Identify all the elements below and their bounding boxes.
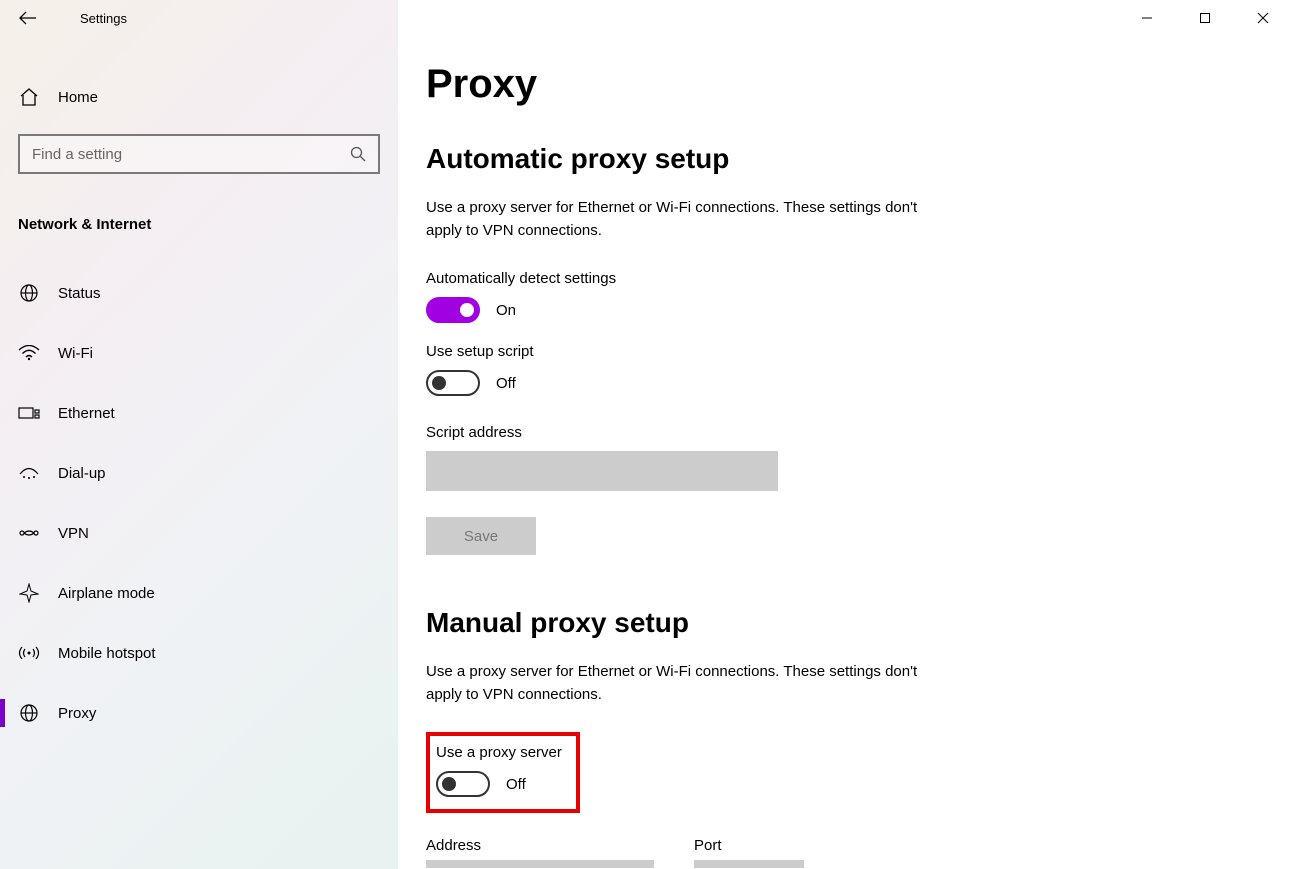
window-controls [1118,0,1292,36]
manual-address-input [426,860,654,868]
sidebar-item-home[interactable]: Home [0,78,398,116]
maximize-button[interactable] [1176,0,1234,36]
manual-address-label: Address [426,837,654,854]
sidebar-item-dialup[interactable]: Dial-up [0,443,398,503]
save-button: Save [426,517,536,555]
nav-label: Proxy [58,705,96,722]
nav-label: Mobile hotspot [58,645,156,662]
highlight-annotation: Use a proxy server Off [426,732,580,813]
nav-label: Dial-up [58,465,106,482]
main-content: Proxy Automatic proxy setup Use a proxy … [398,0,1292,869]
nav-label: Status [58,285,101,302]
dialup-icon [18,465,40,481]
search-box[interactable] [18,134,380,174]
auto-detect-state: On [496,302,516,319]
auto-detect-toggle-row: On [426,297,1264,323]
titlebar: Settings [0,0,398,36]
proxy-icon [18,703,40,723]
auto-section-desc: Use a proxy server for Ethernet or Wi-Fi… [426,197,946,242]
use-proxy-state: Off [506,776,526,793]
manual-port-label: Port [694,837,804,854]
wifi-icon [18,345,40,361]
app-title: Settings [80,11,127,26]
auto-section-title: Automatic proxy setup [426,143,1264,175]
minimize-button[interactable] [1118,0,1176,36]
close-icon [1257,12,1269,24]
auto-detect-toggle[interactable] [426,297,480,323]
home-label: Home [58,89,98,106]
address-port-row: Address Port [426,837,1264,868]
sidebar-item-vpn[interactable]: VPN [0,503,398,563]
back-arrow-icon [19,11,37,25]
sidebar-item-status[interactable]: Status [0,263,398,323]
auto-detect-label: Automatically detect settings [426,270,1264,287]
close-button[interactable] [1234,0,1292,36]
maximize-icon [1199,12,1211,24]
nav-list: Status Wi-Fi Ethernet Dial-up VPN [0,263,398,743]
sidebar-item-proxy[interactable]: Proxy [0,683,398,743]
nav-label: Airplane mode [58,585,155,602]
home-icon [18,88,40,106]
use-proxy-toggle[interactable] [436,771,490,797]
setup-script-toggle[interactable] [426,370,480,396]
hotspot-icon [18,644,40,662]
manual-port-input [694,860,804,868]
back-button[interactable] [18,8,38,28]
sidebar-item-airplane[interactable]: Airplane mode [0,563,398,623]
globe-icon [18,283,40,303]
setup-script-state: Off [496,375,516,392]
use-proxy-toggle-row: Off [436,771,562,797]
setup-script-toggle-row: Off [426,370,1264,396]
sidebar-item-wifi[interactable]: Wi-Fi [0,323,398,383]
manual-section-desc: Use a proxy server for Ethernet or Wi-Fi… [426,661,946,706]
nav-label: Ethernet [58,405,115,422]
use-proxy-label: Use a proxy server [436,744,562,761]
sidebar-item-hotspot[interactable]: Mobile hotspot [0,623,398,683]
page-title: Proxy [426,62,1264,107]
script-address-input [426,451,778,491]
nav-label: Wi-Fi [58,345,93,362]
minimize-icon [1141,12,1153,24]
sidebar: Settings Home Network & Internet Status … [0,0,398,869]
search-input[interactable] [32,146,350,163]
script-address-label: Script address [426,424,1264,441]
manual-section-title: Manual proxy setup [426,607,1264,639]
ethernet-icon [18,405,40,421]
category-title: Network & Internet [18,216,398,233]
sidebar-item-ethernet[interactable]: Ethernet [0,383,398,443]
setup-script-label: Use setup script [426,343,1264,360]
airplane-icon [18,583,40,603]
nav-label: VPN [58,525,89,542]
vpn-icon [18,526,40,540]
search-icon [350,146,366,162]
